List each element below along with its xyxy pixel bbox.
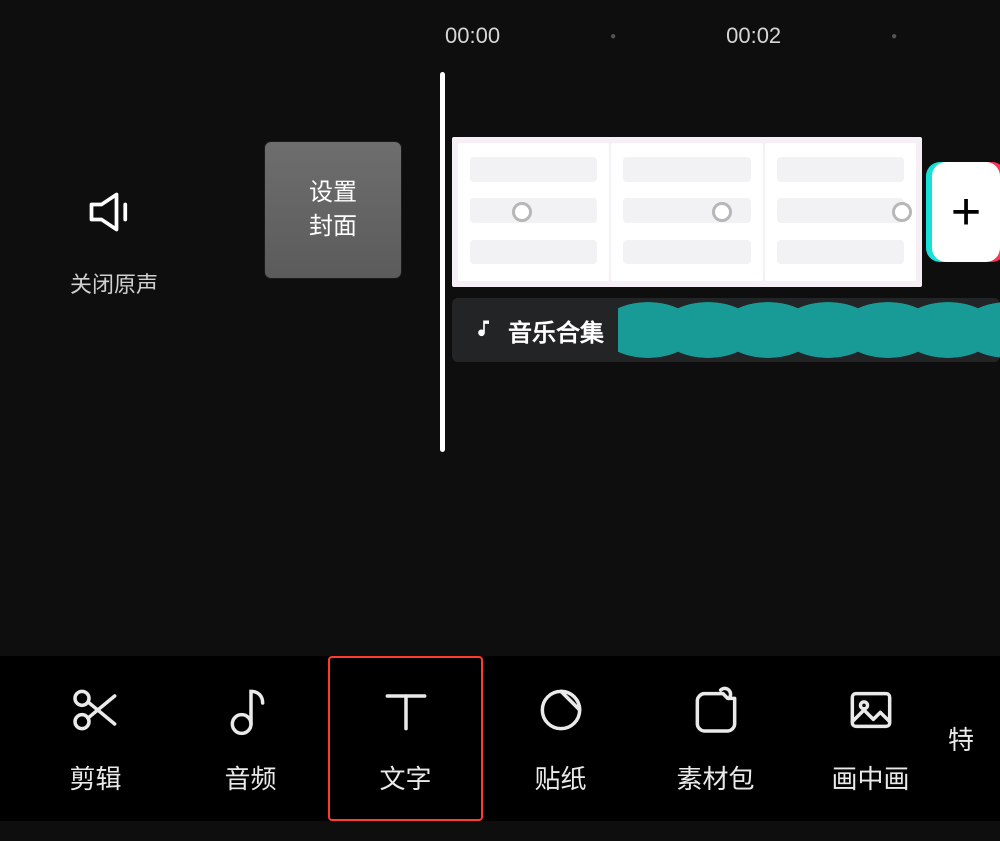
scissors-icon [68, 682, 124, 745]
clip-keyframe[interactable] [892, 202, 912, 222]
time-ruler: 00:00 ● 00:02 ● [0, 0, 1000, 72]
playhead[interactable] [440, 72, 445, 452]
audio-track-name: 音乐合集 [508, 313, 604, 348]
tool-pack[interactable]: 素材包 [638, 656, 793, 821]
tool-label: 剪辑 [69, 759, 121, 796]
clip-thumb [458, 143, 609, 281]
sticker-icon [533, 682, 589, 745]
text-icon [378, 682, 434, 745]
tool-cut[interactable]: 剪辑 [18, 656, 173, 821]
waveform [618, 298, 1000, 362]
pip-icon [843, 682, 899, 745]
tool-fx[interactable]: 特 [948, 656, 994, 821]
mute-original-button[interactable]: 关闭原声 [70, 182, 158, 299]
tool-label: 素材包 [676, 759, 754, 796]
ruler-mark: 00:02 [726, 23, 781, 49]
music-note-icon [223, 682, 279, 745]
tool-audio[interactable]: 音频 [173, 656, 328, 821]
tool-text[interactable]: 文字 [328, 656, 483, 821]
tool-label: 音频 [224, 759, 276, 796]
tool-sticker[interactable]: 贴纸 [483, 656, 638, 821]
plus-icon: + [951, 182, 981, 242]
bottom-toolbar: 剪辑 音频 文字 贴纸 素材包 [0, 656, 1000, 821]
ruler-mark: 00:00 [445, 23, 500, 49]
tool-label: 画中画 [831, 759, 909, 796]
speaker-icon [84, 182, 144, 247]
clip-thumb [611, 143, 762, 281]
tool-label: 贴纸 [534, 759, 586, 796]
clip-keyframe[interactable] [712, 202, 732, 222]
tool-label: 特 [948, 720, 974, 757]
ruler-tick: ● [610, 31, 616, 42]
set-cover-button[interactable]: 设置 封面 [265, 142, 401, 278]
tool-pip[interactable]: 画中画 [793, 656, 948, 821]
ruler-tick: ● [891, 31, 897, 42]
timeline-area: 关闭原声 设置 封面 + 音乐合集 [0, 72, 1000, 462]
music-note-icon [474, 317, 494, 344]
pack-icon [688, 682, 744, 745]
clip-keyframe[interactable] [512, 202, 532, 222]
add-clip-button[interactable]: + [932, 162, 1000, 262]
tool-label: 文字 [379, 759, 431, 796]
audio-track[interactable]: 音乐合集 [452, 298, 1000, 362]
cover-label: 设置 封面 [309, 176, 357, 243]
mute-label: 关闭原声 [70, 267, 158, 299]
video-clip[interactable] [452, 137, 922, 287]
